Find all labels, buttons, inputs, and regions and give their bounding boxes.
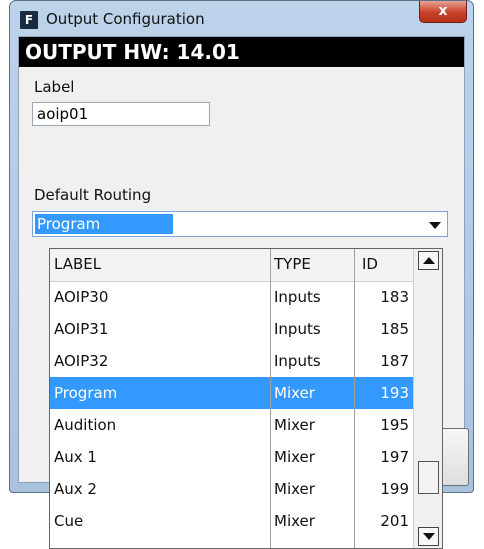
column-divider [354,249,355,548]
item-id: 185 [380,320,409,338]
item-id: 183 [380,288,409,306]
item-label: AOIP31 [54,320,109,338]
list-item-selected[interactable]: Program Mixer 193 [50,377,413,409]
item-label: AOIP32 [54,352,109,370]
scrollbar-thumb[interactable] [418,461,439,494]
arrow-up-icon [423,257,435,264]
vertical-scrollbar[interactable] [413,249,442,548]
dialog-button-partial[interactable] [440,428,469,486]
item-id: 187 [380,352,409,370]
list-item[interactable]: AOIP31 Inputs 185 [50,313,413,345]
close-button[interactable]: x [419,1,467,23]
list-item[interactable]: AOIP32 Inputs 187 [50,345,413,377]
item-type: Inputs [274,320,321,338]
item-type: Mixer [274,480,315,498]
item-id: 199 [380,480,409,498]
chevron-down-icon[interactable] [429,222,441,229]
item-id: 193 [380,384,409,402]
routing-dropdown-list: LABEL TYPE ID AOIP30 Inputs 183 AOIP31 I… [49,248,443,549]
item-type: Mixer [274,448,315,466]
column-header-row: LABEL TYPE ID [50,249,413,282]
default-routing-caption: Default Routing [34,186,152,204]
default-routing-value: Program [35,214,173,234]
column-header-id[interactable]: ID [358,249,411,281]
scroll-down-button[interactable] [418,527,439,546]
item-type: Mixer [274,384,315,402]
item-type: Mixer [274,416,315,434]
item-id: 201 [380,512,409,530]
item-label: Cue [54,512,84,530]
list-item[interactable]: Cue Mixer 201 [50,505,413,537]
column-header-type[interactable]: TYPE [274,249,354,281]
title-bar[interactable]: F Output Configuration x [10,1,473,36]
item-type: Inputs [274,352,321,370]
column-divider [270,249,271,548]
list-item[interactable]: Audition Mixer 195 [50,409,413,441]
item-label: Aux 2 [54,480,97,498]
scroll-up-button[interactable] [418,251,439,270]
item-id: 195 [380,416,409,434]
arrow-down-icon [423,533,435,540]
output-hw-header: OUTPUT HW: 14.01 [19,37,464,67]
list-area: LABEL TYPE ID AOIP30 Inputs 183 AOIP31 I… [50,249,413,548]
list-item[interactable]: Aux 1 Mixer 197 [50,441,413,473]
item-label: AOIP30 [54,288,109,306]
item-label: Audition [54,416,117,434]
list-item[interactable]: AOIP30 Inputs 183 [50,281,413,313]
default-routing-select[interactable]: Program [32,211,448,237]
column-header-label[interactable]: LABEL [54,249,270,281]
label-caption: Label [34,78,75,96]
item-type: Mixer [274,512,315,530]
label-input[interactable]: aoip01 [32,102,210,126]
item-id: 197 [380,448,409,466]
window-title: Output Configuration [46,10,205,28]
item-type: Inputs [274,288,321,306]
app-icon: F [20,11,38,29]
item-label: Aux 1 [54,448,97,466]
item-label: Program [54,384,118,402]
list-item[interactable]: Aux 2 Mixer 199 [50,473,413,505]
